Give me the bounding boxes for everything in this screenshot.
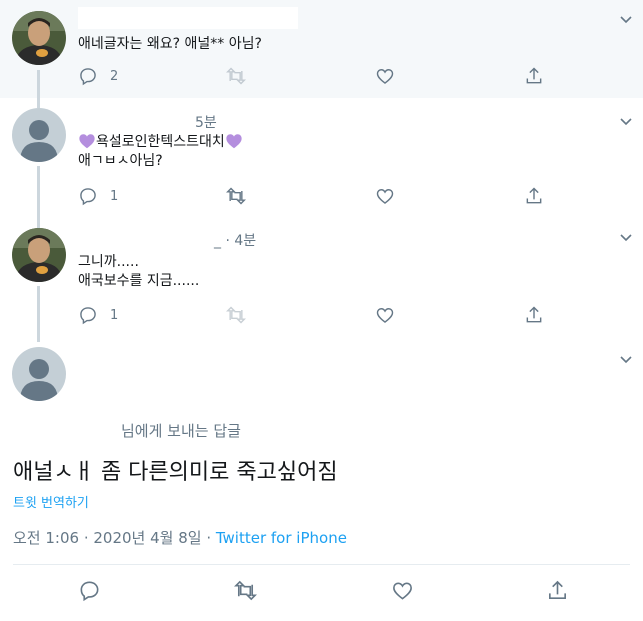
thread-line: [37, 70, 40, 98]
tweet-line: 욕설로인한텍스트대치: [78, 133, 243, 152]
retweet-button[interactable]: [226, 66, 246, 86]
retweet-icon: [226, 187, 246, 205]
source-link[interactable]: Twitter for iPhone: [216, 529, 347, 547]
tweet-text: 그니까..... 애국보수를 지금......: [78, 253, 199, 291]
retweet-button[interactable]: [226, 186, 246, 206]
reply-count: 2: [110, 68, 119, 84]
share-button[interactable]: [546, 579, 569, 602]
tweet-line: 애ㄱㅂㅅ아님?: [78, 153, 163, 169]
avatar[interactable]: [12, 228, 66, 282]
avatar-photo-icon: [12, 228, 66, 282]
share-button[interactable]: [524, 305, 544, 325]
tweet-text: 애네글자는 왜요? 애널** 아님?: [78, 35, 262, 54]
retweet-icon: [226, 67, 246, 85]
tweet-text: 애널ㅅㅐ 좀 다른의미로 죽고싶어짐: [13, 460, 338, 485]
reply-button[interactable]: 2: [78, 66, 118, 86]
share-icon: [526, 187, 542, 204]
like-button[interactable]: [375, 186, 395, 206]
default-avatar-icon: [12, 347, 66, 401]
like-button[interactable]: [375, 66, 395, 86]
tweet-meta: 5분: [195, 115, 217, 131]
focused-tweet: 님에게 보내는 답글 애널ㅅㅐ 좀 다른의미로 죽고싶어짐 트윗 번역하기 오전…: [0, 342, 643, 621]
tweet-3[interactable]: _ · 4분 그니까..... 애국보수를 지금...... 1: [0, 220, 643, 342]
tweet-line: 애네글자는 왜요? 애널** 아님?: [78, 36, 262, 52]
like-button[interactable]: [391, 579, 414, 602]
avatar[interactable]: [12, 11, 66, 65]
tweet-line: 애국보수를 지금......: [78, 273, 200, 289]
chevron-down-icon[interactable]: [619, 231, 633, 245]
thread-line: [37, 166, 40, 220]
share-icon: [526, 306, 542, 323]
reply-button[interactable]: [78, 579, 101, 602]
tweet-line-text: 욕설로인한텍스트대치: [96, 134, 225, 150]
like-icon: [376, 308, 394, 323]
tweet-1[interactable]: 애네글자는 왜요? 애널** 아님? 2: [0, 0, 643, 98]
reply-icon: [80, 581, 99, 602]
retweet-icon: [226, 306, 246, 324]
thread-line: [37, 98, 40, 108]
share-button[interactable]: [524, 186, 544, 206]
retweet-button[interactable]: [226, 305, 246, 325]
translate-link[interactable]: 트윗 번역하기: [13, 492, 89, 511]
reply-count: 1: [110, 307, 119, 323]
avatar[interactable]: [12, 108, 66, 162]
timestamp: 오전 1:06 · 2020년 4월 8일 · Twitter for iPho…: [13, 527, 347, 548]
reply-button[interactable]: 1: [78, 305, 118, 325]
share-icon: [526, 67, 542, 84]
divider: [13, 564, 630, 565]
purple-heart-icon: [226, 134, 242, 149]
chevron-down-icon[interactable]: [619, 13, 633, 27]
share-icon: [549, 580, 566, 599]
share-button[interactable]: [524, 66, 544, 86]
like-icon: [376, 189, 394, 204]
thread-line: [37, 286, 40, 342]
reply-to-label: 님에게 보내는 답글: [121, 422, 241, 440]
tweet-text: 욕설로인한텍스트대치 애ㄱㅂㅅ아님?: [78, 133, 243, 171]
tweet-line: 그니까.....: [78, 254, 139, 270]
tweet-meta: _ · 4분: [214, 233, 257, 249]
retweet-button[interactable]: [234, 579, 257, 602]
tweet-2[interactable]: 5분 욕설로인한텍스트대치 애ㄱㅂㅅ아님? 1: [0, 98, 643, 220]
timestamp-text[interactable]: 오전 1:06 · 2020년 4월 8일 ·: [13, 529, 216, 547]
chevron-down-icon[interactable]: [619, 115, 633, 129]
reply-button[interactable]: 1: [78, 186, 118, 206]
avatar[interactable]: [12, 347, 66, 401]
avatar-photo-icon: [12, 11, 66, 65]
chevron-down-icon[interactable]: [619, 353, 633, 367]
reply-count: 1: [110, 188, 119, 204]
retweet-icon: [234, 580, 257, 601]
reply-icon: [80, 68, 96, 86]
author-name-redacted: [78, 7, 298, 29]
like-button[interactable]: [375, 305, 395, 325]
thread-line: [37, 220, 40, 228]
reply-icon: [80, 307, 96, 325]
purple-heart-icon: [79, 134, 95, 149]
reply-icon: [80, 188, 96, 206]
like-icon: [393, 582, 412, 600]
like-icon: [376, 69, 394, 84]
default-avatar-icon: [12, 108, 66, 162]
